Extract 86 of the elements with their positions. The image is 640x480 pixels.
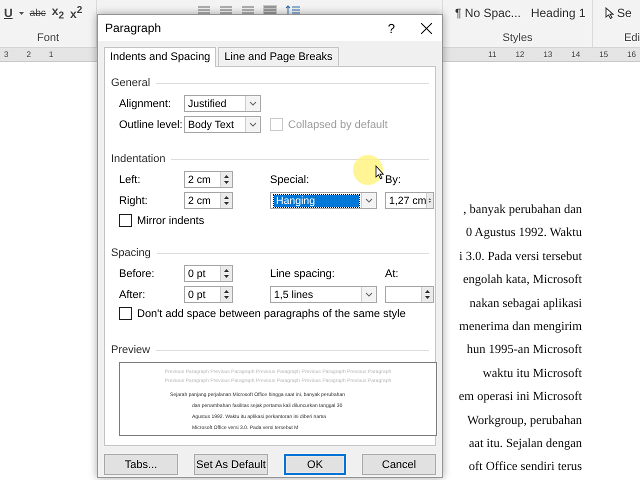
chevron-down-icon <box>361 193 376 208</box>
checkbox-label: Mirror indents <box>137 214 204 226</box>
checkbox[interactable] <box>119 307 132 320</box>
style-gallery-item[interactable]: ¶ No Spac... <box>455 6 521 20</box>
dialog-tab[interactable]: Line and Page Breaks <box>218 47 339 66</box>
document-text-line: oft Office sendiri terus <box>468 458 582 476</box>
special-dropdown[interactable]: Hanging <box>270 192 377 209</box>
field-label: Alignment: <box>119 98 172 110</box>
spin-field[interactable] <box>385 286 434 303</box>
section-heading: General <box>111 77 150 89</box>
field-label: Special: <box>270 174 310 186</box>
ruler-number: 16 <box>627 50 636 59</box>
line-spacing-icon[interactable] <box>285 4 301 14</box>
paragraph-align-icon[interactable] <box>219 4 233 14</box>
paragraph-align-icon[interactable] <box>241 4 255 14</box>
spin-field[interactable]: 0 pt <box>184 265 233 282</box>
paragraph-align-icon[interactable] <box>263 4 277 14</box>
group-label: Styles <box>502 32 532 44</box>
dialog-title: Paragraph <box>105 21 162 35</box>
spin-arrows-icon <box>220 287 232 302</box>
section-heading: Indentation <box>111 153 166 165</box>
format-button[interactable]: x$^{2}$ <box>70 5 82 21</box>
field-label: Outline level: <box>119 118 184 130</box>
document-text-line: Workgroup, perubahan <box>466 412 582 429</box>
section-heading: Preview <box>111 344 150 356</box>
document-text-line: engolah kata, Microsoft <box>462 271 582 288</box>
spin-field[interactable]: 1,27 cm <box>385 192 434 209</box>
group-label: Edi <box>624 32 640 44</box>
document-text-line: nakan sebagai aplikasi <box>468 294 582 312</box>
field-label: Right: <box>119 194 149 206</box>
select-label[interactable]: Se <box>617 6 632 20</box>
ruler-number: 11 <box>488 50 496 59</box>
alignment-dropdown[interactable]: Justified <box>184 95 261 112</box>
paragraph-align-icon[interactable] <box>197 4 211 14</box>
ruler-number: 2 <box>26 50 31 59</box>
cursor-icon <box>605 7 614 19</box>
spin-field[interactable]: 2 cm <box>184 192 233 209</box>
help-button[interactable]: ? <box>388 20 395 36</box>
field-label: Before: <box>119 268 156 280</box>
line-spacing-dropdown[interactable]: 1,5 lines <box>270 286 377 303</box>
field-label: Line spacing: <box>270 268 336 280</box>
document-text-line: 0 Agustus 1992. Waktu <box>464 224 582 242</box>
ruler-number: 15 <box>599 50 608 59</box>
field-label: At: <box>385 268 400 280</box>
spin-field[interactable]: 0 pt <box>184 286 233 303</box>
field-label: After: <box>119 288 146 300</box>
spin-arrows-icon <box>220 172 232 187</box>
ruler-number: 1 <box>48 50 54 59</box>
spin-arrows-icon <box>220 266 232 281</box>
ruler-number: 3 <box>4 50 8 59</box>
dialog-tab[interactable]: Indents and Spacing <box>104 47 216 67</box>
spin-arrows-icon <box>421 287 433 302</box>
format-button[interactable]: abc <box>30 8 46 18</box>
style-gallery-item[interactable]: Heading 1 <box>530 6 586 20</box>
chevron-down-icon <box>245 96 260 111</box>
ruler-number: 13 <box>543 50 552 59</box>
group-label: Font <box>36 32 59 44</box>
document-text-line: em operasi ini Microsoft <box>458 388 582 406</box>
field-label: Left: <box>119 174 142 186</box>
outline-level-dropdown[interactable]: Body Text <box>184 116 261 133</box>
dialog-button[interactable]: Tabs... <box>104 454 178 475</box>
dialog-button[interactable]: OK <box>284 454 346 475</box>
ruler-number: 14 <box>571 50 580 59</box>
format-button[interactable]: x$_{2}$ <box>52 4 64 22</box>
section-heading: Spacing <box>111 247 151 259</box>
close-icon[interactable] <box>421 22 432 34</box>
document-text-line: hun 1995-an Microsoft <box>466 341 582 358</box>
checkbox-label: Collapsed by default <box>288 118 388 130</box>
document-text-line: aat itu. Sejalan dengan <box>468 435 582 452</box>
document-text-line: menerima dan mengirim <box>458 318 582 336</box>
checkbox[interactable] <box>119 214 132 227</box>
format-button[interactable]: U <box>4 6 13 20</box>
dialog-button[interactable]: Set As Default <box>194 454 268 475</box>
spin-arrows-icon <box>426 193 433 208</box>
ruler-number: 12 <box>515 50 524 59</box>
document-text-line: i 3.0. Pada versi tersebut <box>458 248 582 265</box>
spin-arrows-icon <box>220 193 232 208</box>
chevron-down-icon <box>245 117 260 132</box>
field-label: By: <box>385 174 402 186</box>
chevron-down-icon <box>361 287 376 302</box>
dialog-button[interactable]: Cancel <box>362 454 436 475</box>
spin-field[interactable]: 2 cm <box>184 171 233 188</box>
document-text-line: waktu itu Microsoft <box>482 364 582 382</box>
checkbox-label: Don't add space between paragraphs of the same style <box>137 308 406 320</box>
caret-icon[interactable] <box>18 12 24 14</box>
document-text-line: , banyak perubahan dan <box>462 201 582 218</box>
